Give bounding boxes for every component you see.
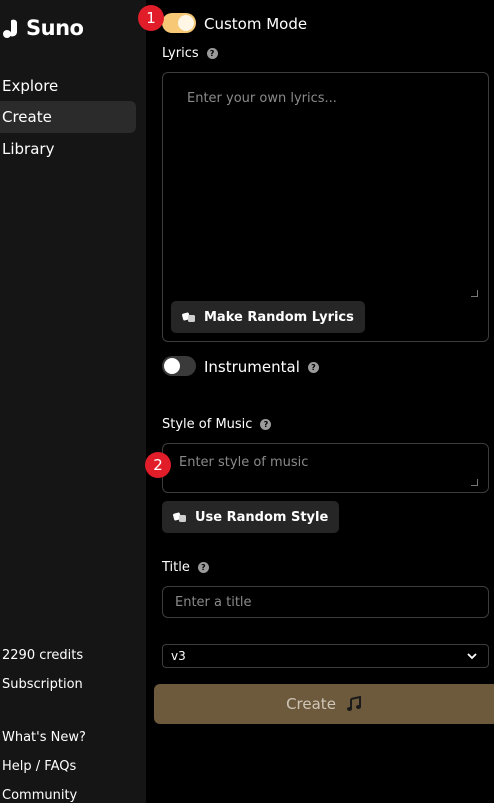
model-version-value: v3 bbox=[171, 649, 186, 663]
sidebar-item-explore[interactable]: Explore bbox=[0, 70, 136, 102]
style-placeholder: Enter style of music bbox=[179, 455, 309, 470]
custom-mode-text: Custom Mode bbox=[204, 15, 308, 33]
help-icon[interactable]: ? bbox=[307, 361, 319, 373]
title-placeholder: Enter a title bbox=[175, 595, 252, 610]
resize-handle-icon[interactable] bbox=[471, 290, 478, 297]
title-label: Title ? bbox=[162, 560, 209, 575]
whats-new-link[interactable]: What's New? bbox=[2, 730, 86, 745]
use-random-style-button[interactable]: Use Random Style bbox=[162, 501, 340, 533]
music-note-icon bbox=[346, 696, 361, 711]
lyrics-label-text: Lyrics bbox=[162, 46, 199, 61]
resize-handle-icon[interactable] bbox=[471, 479, 478, 486]
lyrics-label: Lyrics ? bbox=[162, 46, 218, 61]
annotation-badge-2: 2 bbox=[145, 452, 171, 478]
create-button[interactable]: Create bbox=[154, 684, 494, 724]
sidebar-item-create[interactable]: Create bbox=[0, 101, 136, 133]
suno-logo-icon bbox=[3, 19, 17, 38]
chevron-down-icon bbox=[467, 653, 477, 660]
make-random-lyrics-button[interactable]: Make Random Lyrics bbox=[171, 301, 365, 333]
brand-name: Suno bbox=[26, 16, 84, 40]
create-button-label: Create bbox=[286, 695, 336, 713]
model-version-select[interactable]: v3 bbox=[162, 644, 489, 668]
credits-count: 2290 credits bbox=[2, 648, 84, 663]
instrumental-toggle[interactable] bbox=[162, 356, 196, 376]
community-link[interactable]: Community bbox=[2, 788, 77, 803]
subscription-link[interactable]: Subscription bbox=[2, 677, 83, 692]
title-input[interactable]: Enter a title bbox=[162, 586, 489, 618]
help-icon[interactable]: ? bbox=[260, 419, 272, 430]
lyrics-placeholder: Enter your own lyrics... bbox=[187, 91, 337, 106]
toggle-knob bbox=[164, 358, 180, 374]
title-label-text: Title bbox=[162, 560, 190, 575]
style-label-text: Style of Music bbox=[162, 417, 253, 432]
sidebar: Suno Explore Create Library 2290 credits… bbox=[0, 0, 146, 803]
custom-mode-label: Custom Mode bbox=[204, 15, 307, 33]
instrumental-text: Instrumental bbox=[204, 358, 300, 376]
style-of-music-input[interactable]: Enter style of music bbox=[162, 443, 489, 493]
instrumental-label: Instrumental ? bbox=[204, 358, 319, 376]
sidebar-item-library[interactable]: Library bbox=[0, 133, 136, 165]
help-faqs-link[interactable]: Help / FAQs bbox=[2, 759, 76, 774]
help-icon[interactable]: ? bbox=[197, 562, 209, 573]
dice-icon bbox=[173, 512, 186, 522]
logo[interactable]: Suno bbox=[2, 14, 84, 42]
make-random-lyrics-label: Make Random Lyrics bbox=[204, 309, 354, 325]
toggle-knob bbox=[178, 15, 194, 31]
style-label: Style of Music ? bbox=[162, 417, 272, 432]
help-icon[interactable]: ? bbox=[206, 48, 218, 59]
dice-icon bbox=[182, 312, 195, 322]
custom-mode-toggle[interactable] bbox=[162, 13, 196, 33]
use-random-style-label: Use Random Style bbox=[195, 509, 329, 525]
annotation-badge-1: 1 bbox=[138, 5, 164, 31]
